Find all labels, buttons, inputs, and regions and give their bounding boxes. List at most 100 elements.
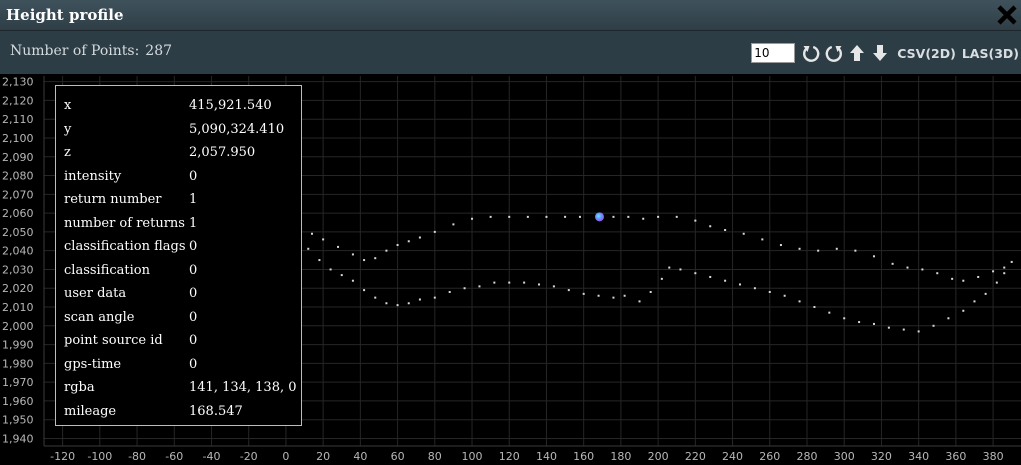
profile-point <box>374 296 377 299</box>
profile-point <box>489 215 492 218</box>
profile-point <box>921 268 924 271</box>
x-tick-label: 220 <box>685 450 706 463</box>
profile-point <box>612 215 615 218</box>
profile-point <box>363 289 366 292</box>
x-tick-label: 240 <box>722 450 743 463</box>
info-row: point source id 0 <box>64 329 297 353</box>
profile-point <box>508 215 511 218</box>
arrow-down-icon <box>872 45 887 61</box>
rotate-clockwise-button[interactable] <box>799 42 822 64</box>
profile-point <box>858 321 861 324</box>
y-tick-label: 2,080 <box>2 170 34 183</box>
profile-point <box>493 281 496 284</box>
profile-point <box>753 287 756 290</box>
y-tick-label: 1,980 <box>2 357 34 370</box>
x-tick-label: 0 <box>282 450 289 463</box>
point-info-panel: x 415,921.540 y 5,090,324.410 z 2,057.950 inte… <box>55 85 302 426</box>
y-tick-label: 1,950 <box>2 414 34 427</box>
profile-point <box>638 300 641 303</box>
profile-point <box>396 304 399 307</box>
info-value: 0 <box>189 239 198 255</box>
y-tick-label: 2,070 <box>2 188 34 201</box>
profile-point <box>374 257 377 260</box>
profile-point <box>906 266 909 269</box>
profile-point <box>1003 272 1006 275</box>
profile-point <box>418 236 421 239</box>
info-label: rgba <box>64 380 95 396</box>
profile-point <box>538 283 541 286</box>
toolbar: Number of Points:287 CSV(2D) LA <box>0 31 1021 74</box>
profile-point <box>995 281 998 284</box>
info-label: x <box>64 98 72 114</box>
info-label: mileage <box>64 403 117 419</box>
x-tick-label: 40 <box>353 450 367 463</box>
profile-point <box>627 215 630 218</box>
x-tick-label: 60 <box>391 450 405 463</box>
profile-point <box>448 290 451 293</box>
profile-point <box>675 215 678 218</box>
csv-2d-export-button[interactable]: CSV(2D) <box>897 46 956 61</box>
info-value: 5,090,324.410 <box>189 121 285 137</box>
x-tick-label: 280 <box>796 450 817 463</box>
profile-point <box>396 244 399 247</box>
y-tick-label: 1,970 <box>2 376 34 389</box>
rotate-counterclockwise-button[interactable] <box>822 42 845 64</box>
profile-point <box>418 298 421 301</box>
x-tick-label: 100 <box>462 450 483 463</box>
profile-point <box>817 249 820 252</box>
x-tick-label: 360 <box>945 450 966 463</box>
profile-point <box>679 268 682 271</box>
info-label: number of returns <box>64 215 185 231</box>
info-value: 0 <box>189 286 198 302</box>
x-tick-label: -20 <box>240 450 258 463</box>
profile-point <box>612 296 615 299</box>
points-count: Number of Points: 287 <box>10 43 172 59</box>
y-tick-label: 2,060 <box>2 207 34 220</box>
info-value: 0 <box>189 168 198 184</box>
profile-point <box>709 275 712 278</box>
profile-point <box>657 215 660 218</box>
info-row: classification 0 <box>64 259 297 283</box>
x-tick-label: 20 <box>316 450 330 463</box>
info-value: 0 <box>189 262 198 278</box>
profile-point <box>407 302 410 305</box>
profile-point <box>813 306 816 309</box>
selected-point-marker[interactable] <box>594 212 604 222</box>
profile-point <box>463 287 466 290</box>
profile-point <box>977 275 980 278</box>
profile-point <box>738 283 741 286</box>
y-tick-label: 2,020 <box>2 282 34 295</box>
profile-point <box>962 279 965 282</box>
move-up-button[interactable] <box>845 42 868 64</box>
info-label: classification flags <box>64 239 186 255</box>
profile-point <box>828 311 831 314</box>
step-input[interactable] <box>751 43 796 63</box>
x-tick-label: 180 <box>610 450 631 463</box>
profile-point <box>724 279 727 282</box>
profile-point <box>872 255 875 258</box>
selected-point[interactable] <box>594 212 604 222</box>
x-tick-label: 120 <box>499 450 520 463</box>
window-title: Height profile <box>6 6 124 24</box>
x-axis-ticks: -120 -100 -80 -60 -40 -20 0 20 40 60 80 100 120 140 16… <box>50 450 1003 463</box>
move-down-button[interactable] <box>868 42 891 64</box>
info-row: scan angle 0 <box>64 306 297 330</box>
profile-point <box>508 281 511 284</box>
y-tick-label: 1,990 <box>2 339 34 352</box>
profile-point <box>567 289 570 292</box>
profile-point <box>917 330 920 333</box>
info-value: 0 <box>189 309 198 325</box>
info-value: 1 <box>189 192 198 208</box>
profile-point <box>582 292 585 295</box>
close-button[interactable] <box>995 3 1019 27</box>
profile-point <box>951 277 954 280</box>
profile-point <box>363 259 366 262</box>
y-tick-label: 1,960 <box>2 395 34 408</box>
info-row: return number 1 <box>64 188 297 212</box>
las-3d-export-button[interactable]: LAS(3D) <box>962 46 1019 61</box>
profile-point <box>452 223 455 226</box>
info-value: 415,921.540 <box>189 98 272 114</box>
rotate-counterclockwise-icon <box>825 45 842 62</box>
profile-point <box>668 266 671 269</box>
info-value: 0 <box>189 333 198 349</box>
